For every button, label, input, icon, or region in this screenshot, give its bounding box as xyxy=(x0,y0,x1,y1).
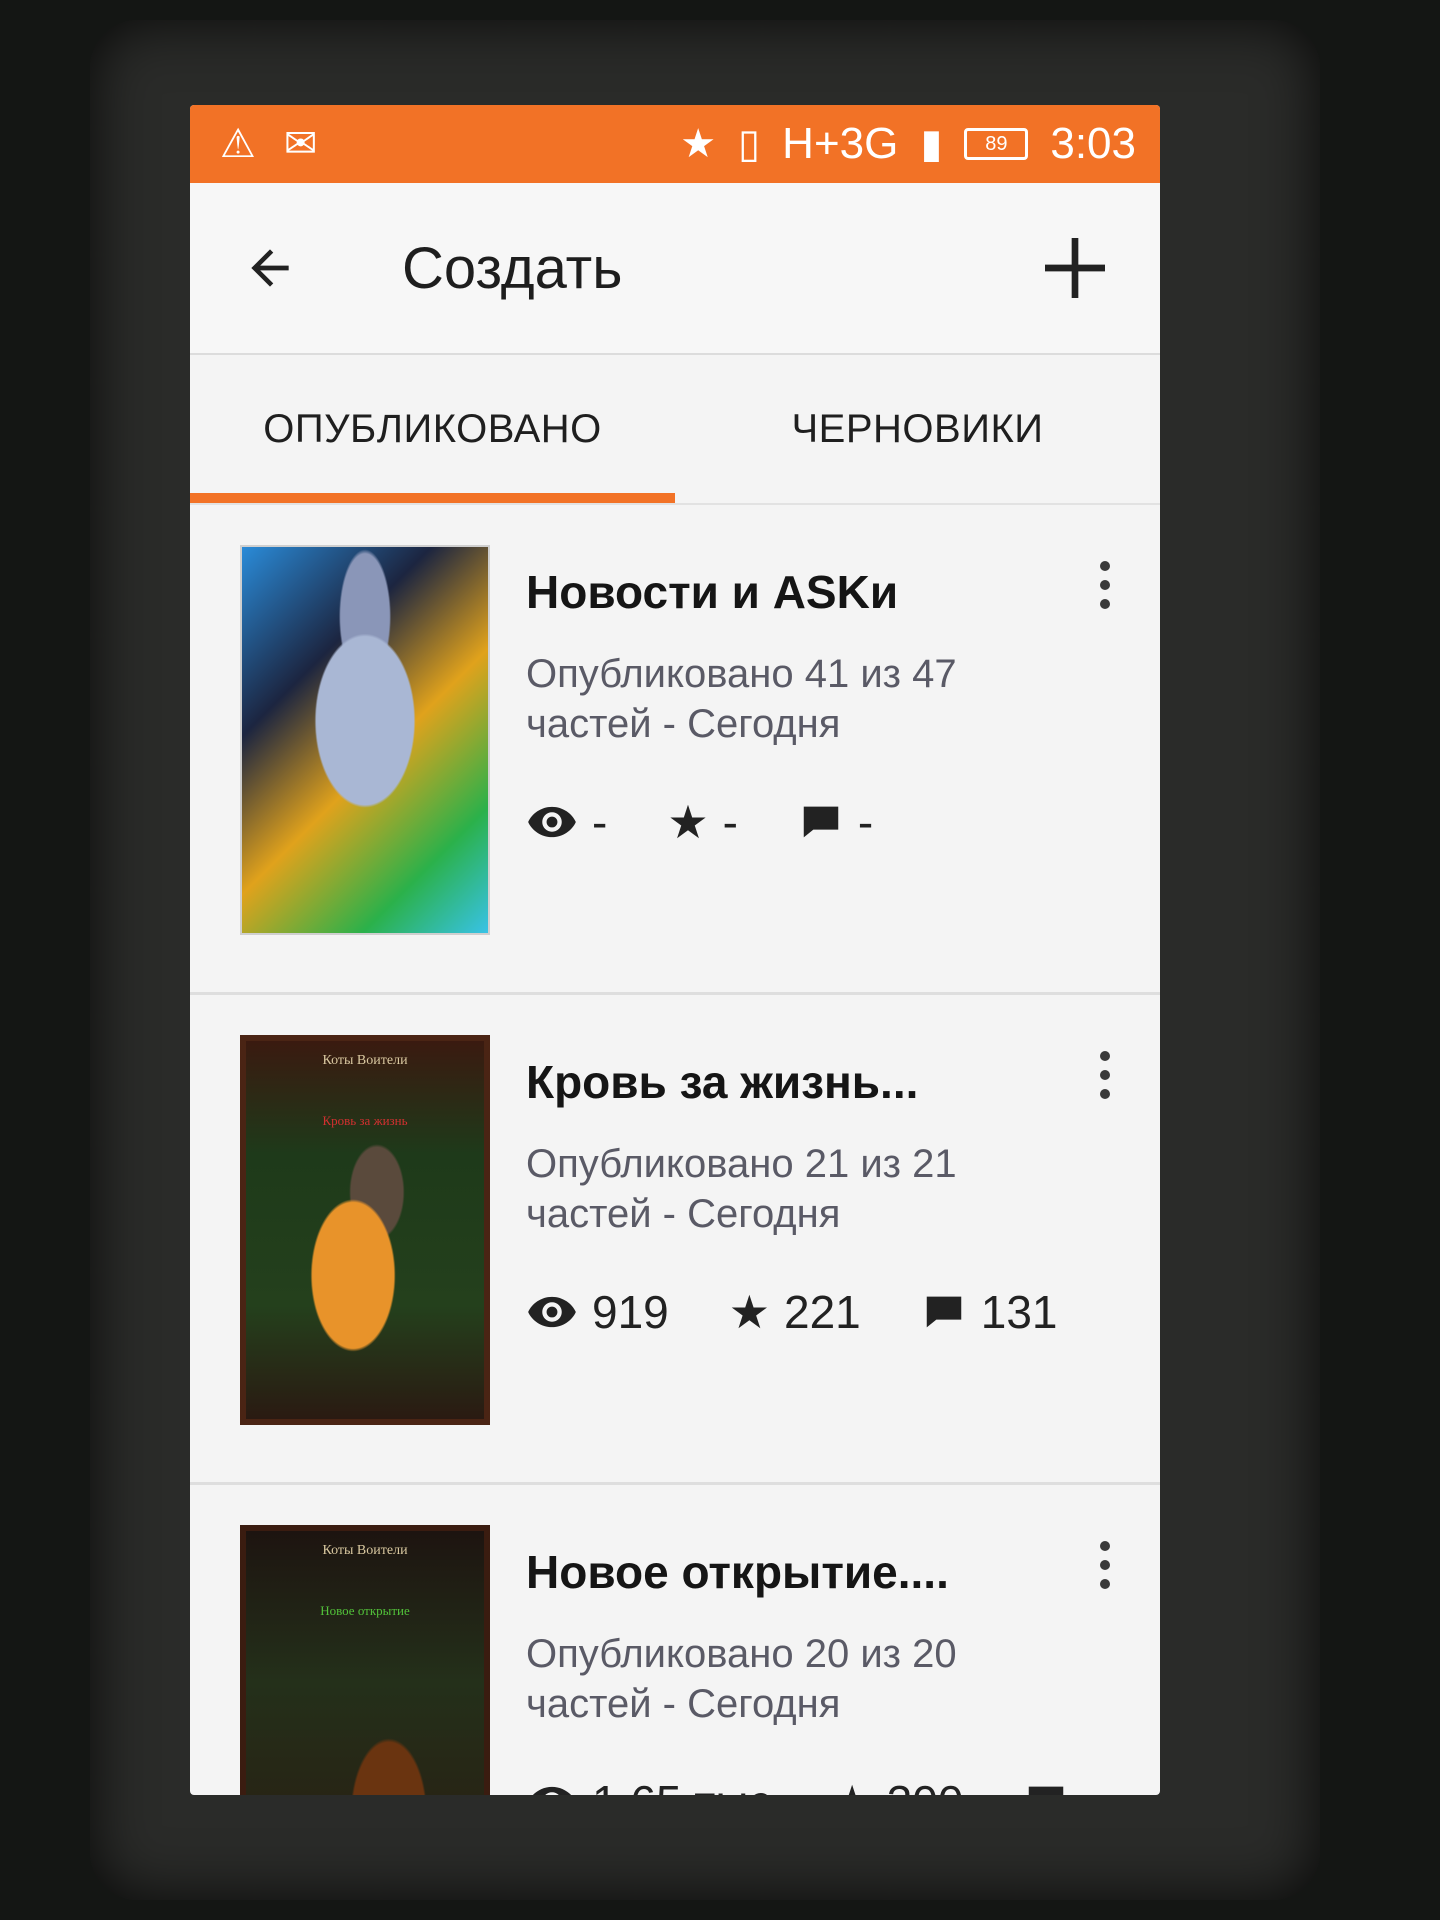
comments-count: - xyxy=(857,796,874,848)
network-type-label: H+3G xyxy=(782,119,899,168)
status-bar: ⚠ ✉ ★ ▯ H+3G ▮ 89 3:03 xyxy=(190,105,1160,183)
more-vert-icon xyxy=(1100,1541,1110,1551)
mail-icon: ✉ xyxy=(283,122,318,166)
arrow-left-icon xyxy=(251,249,289,287)
back-button[interactable] xyxy=(230,228,310,308)
tab-bar: ОПУБЛИКОВАНО ЧЕРНОВИКИ xyxy=(190,355,1160,505)
story-title[interactable]: Кровь за жизнь... xyxy=(526,1055,1046,1109)
cover-subcaption: Кровь за жизнь xyxy=(322,1113,408,1128)
page-title: Создать xyxy=(402,235,623,301)
tab-published[interactable]: ОПУБЛИКОВАНО xyxy=(190,355,675,503)
views-count: 1,65 тыс xyxy=(592,1775,771,1795)
story-title[interactable]: Новости и ASKи xyxy=(526,565,1046,619)
story-details: Новое открытие.... Опубликовано 20 из 20… xyxy=(526,1525,1130,1795)
comment-icon xyxy=(1023,1779,1069,1795)
signal-icon: ▮ xyxy=(920,122,943,166)
story-parts-text: Опубликовано 41 из 47 xyxy=(526,652,957,696)
views-count: 919 xyxy=(592,1286,669,1338)
story-stats: - ★ - - xyxy=(526,795,1130,849)
comment-icon xyxy=(921,1289,967,1335)
story-item[interactable]: Коты Воители Кровь за жизнь Кровь за жиз… xyxy=(190,995,1160,1485)
more-options-button[interactable] xyxy=(1080,545,1130,625)
comments-count: 131 xyxy=(980,1286,1058,1338)
story-updated-text: частей - Сегодня xyxy=(526,1192,841,1236)
more-options-button[interactable] xyxy=(1080,1525,1130,1605)
story-meta: Опубликовано 20 из 20 частей - Сегодня xyxy=(526,1629,1086,1729)
votes-count: - xyxy=(722,796,738,848)
plus-icon xyxy=(1045,238,1105,298)
story-meta: Опубликовано 41 из 47 частей - Сегодня xyxy=(526,649,1086,749)
cover-caption: Коты Воители xyxy=(322,1543,408,1558)
views-stat: - xyxy=(526,795,607,849)
story-cover-image[interactable]: Коты Воители Новое открытие xyxy=(240,1525,490,1795)
phone-screen: ⚠ ✉ ★ ▯ H+3G ▮ 89 3:03 Создать ОПУБЛИКОВ… xyxy=(190,105,1160,1795)
votes-stat: ★ 300 xyxy=(831,1775,963,1795)
story-list: Новости и ASKи Опубликовано 41 из 47 час… xyxy=(190,505,1160,1795)
views-count: - xyxy=(592,796,608,848)
story-item[interactable]: Коты Воители Новое открытие Новое открыт… xyxy=(190,1485,1160,1795)
comments-stat xyxy=(1023,1779,1083,1795)
more-vert-icon xyxy=(1100,1051,1110,1061)
votes-stat: ★ - xyxy=(667,795,738,849)
views-stat: 1,65 тыс xyxy=(526,1775,771,1795)
vibrate-icon: ▯ xyxy=(738,122,761,166)
comment-icon xyxy=(798,799,844,845)
story-cover-image[interactable] xyxy=(240,545,490,935)
story-details: Кровь за жизнь... Опубликовано 21 из 21 … xyxy=(526,1035,1130,1482)
star-icon: ★ xyxy=(831,1779,872,1795)
cover-caption: Коты Воители xyxy=(322,1053,408,1068)
star-icon: ★ xyxy=(680,122,717,166)
add-story-button[interactable] xyxy=(1030,223,1120,313)
app-bar: Создать xyxy=(190,183,1160,355)
more-options-button[interactable] xyxy=(1080,1035,1130,1115)
story-item[interactable]: Новости и ASKи Опубликовано 41 из 47 час… xyxy=(190,505,1160,995)
story-details: Новости и ASKи Опубликовано 41 из 47 час… xyxy=(526,545,1130,992)
warning-icon: ⚠ xyxy=(220,122,256,166)
tab-drafts[interactable]: ЧЕРНОВИКИ xyxy=(675,355,1160,503)
story-cover-image[interactable]: Коты Воители Кровь за жизнь xyxy=(240,1035,490,1425)
votes-count: 300 xyxy=(887,1775,964,1795)
cover-subcaption: Новое открытие xyxy=(320,1603,410,1618)
story-parts-text: Опубликовано 21 из 21 xyxy=(526,1142,957,1186)
story-title[interactable]: Новое открытие.... xyxy=(526,1545,1046,1599)
eye-icon xyxy=(526,1286,578,1338)
eye-icon xyxy=(526,796,578,848)
clock: 3:03 xyxy=(1050,119,1136,168)
comments-stat: 131 xyxy=(921,1285,1058,1339)
story-meta: Опубликовано 21 из 21 частей - Сегодня xyxy=(526,1139,1086,1239)
views-stat: 919 xyxy=(526,1285,669,1339)
story-updated-text: частей - Сегодня xyxy=(526,702,841,746)
votes-count: 221 xyxy=(784,1286,861,1338)
story-stats: 1,65 тыс ★ 300 xyxy=(526,1775,1130,1795)
battery-icon: 89 xyxy=(964,128,1029,160)
votes-stat: ★ 221 xyxy=(729,1285,861,1339)
story-stats: 919 ★ 221 131 xyxy=(526,1285,1130,1339)
more-vert-icon xyxy=(1100,561,1110,571)
star-icon: ★ xyxy=(728,1286,770,1338)
eye-icon xyxy=(526,1776,578,1795)
story-updated-text: частей - Сегодня xyxy=(526,1682,841,1726)
comments-stat: - xyxy=(798,795,873,849)
story-parts-text: Опубликовано 20 из 20 xyxy=(526,1632,957,1676)
star-icon: ★ xyxy=(667,796,709,848)
